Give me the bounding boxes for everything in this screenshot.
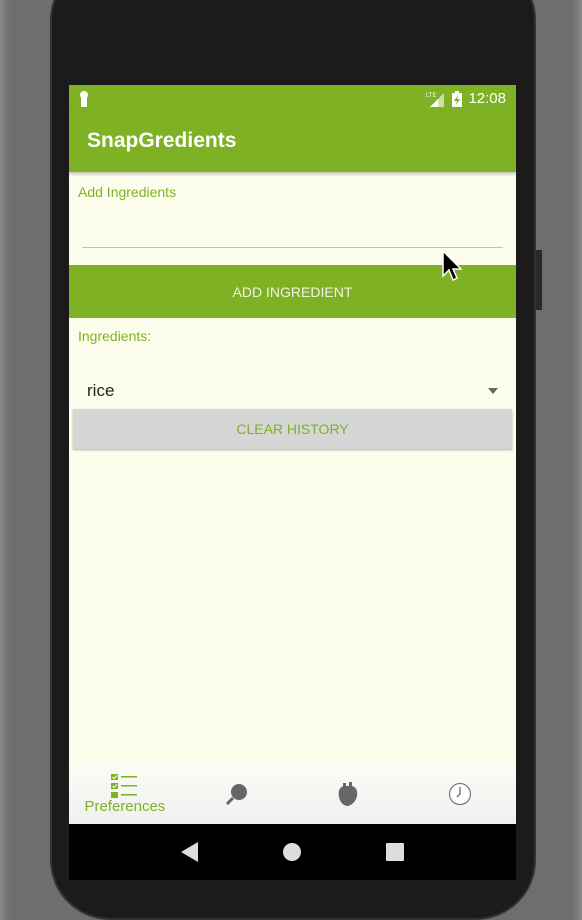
nav-favorites[interactable] <box>293 764 405 824</box>
clock-time: 12:08 <box>468 90 506 107</box>
keyhole-icon <box>80 90 88 107</box>
battery-icon <box>452 90 463 107</box>
ingredients-label: Ingredients: <box>78 328 152 344</box>
dropdown-arrow-icon <box>488 388 498 394</box>
dropdown-value: rice <box>87 381 115 400</box>
recents-icon[interactable] <box>386 843 405 861</box>
nav-history[interactable] <box>404 764 516 824</box>
back-icon[interactable] <box>180 842 199 862</box>
nav-label: Preferences <box>84 797 166 815</box>
clock-icon <box>449 782 472 806</box>
app-title: SnapGredients <box>87 129 237 152</box>
bottom-nav: Preferences <box>69 764 516 824</box>
search-icon <box>225 784 247 806</box>
clear-history-button[interactable]: CLEAR HISTORY <box>73 409 512 449</box>
signal-icon: LTE <box>426 92 445 107</box>
app-bar: SnapGredients <box>69 112 516 172</box>
screen: LTE 12:08 SnapGredients Add Ingredients … <box>69 85 516 880</box>
nav-search[interactable] <box>181 764 293 824</box>
ingredient-input[interactable] <box>82 230 503 248</box>
system-nav-bar <box>69 824 516 880</box>
checklist-icon <box>110 773 137 798</box>
home-icon[interactable] <box>282 842 302 862</box>
heart-icon <box>339 782 358 806</box>
svg-text:LTE: LTE <box>426 93 437 99</box>
nav-preferences[interactable]: Preferences <box>69 764 181 824</box>
add-ingredients-label: Add Ingredients <box>78 184 177 200</box>
side-button <box>536 250 542 310</box>
status-bar: LTE 12:08 <box>69 85 516 112</box>
ingredients-dropdown[interactable]: rice <box>69 376 516 406</box>
mouse-cursor-icon <box>442 250 462 282</box>
